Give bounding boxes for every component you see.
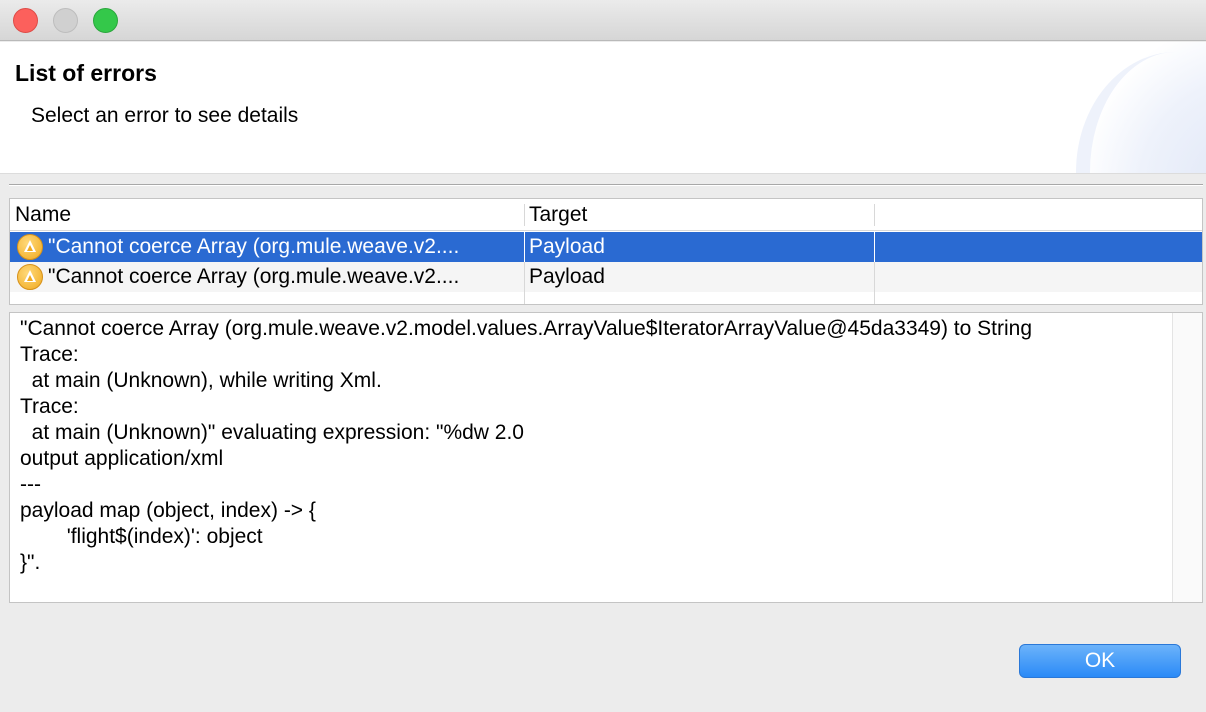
dialog-subtitle: Select an error to see details: [31, 104, 299, 127]
header-separator: [9, 184, 1203, 186]
error-name-cell: "Cannot coerce Array (org.mule.weave.v2.…: [48, 235, 460, 258]
details-scrollbar[interactable]: [1172, 313, 1202, 602]
window-titlebar: [0, 0, 1206, 41]
warning-icon: [17, 264, 43, 290]
warning-icon: [17, 234, 43, 260]
maximize-window-button[interactable]: [93, 8, 118, 33]
close-window-button[interactable]: [13, 8, 38, 33]
error-target-cell: Payload: [529, 235, 605, 258]
column-divider[interactable]: [524, 204, 525, 226]
column-header-name[interactable]: Name: [15, 203, 71, 227]
dialog-header: List of errors Select an error to see de…: [0, 42, 1206, 174]
dialog-title: List of errors: [15, 60, 157, 86]
column-divider[interactable]: [874, 204, 875, 226]
table-row[interactable]: "Cannot coerce Array (org.mule.weave.v2.…: [10, 262, 1202, 292]
minimize-window-button[interactable]: [53, 8, 78, 33]
column-header-target[interactable]: Target: [529, 203, 587, 227]
error-target-cell: Payload: [529, 265, 605, 288]
error-details-pane[interactable]: "Cannot coerce Array (org.mule.weave.v2.…: [9, 312, 1203, 603]
error-details-text[interactable]: "Cannot coerce Array (org.mule.weave.v2.…: [20, 316, 1170, 576]
ok-button[interactable]: OK: [1019, 644, 1181, 678]
errors-table: Name Target "Cannot coerce Array (org.mu…: [9, 198, 1203, 305]
header-decoration-arc: [1076, 52, 1206, 173]
table-header: Name Target: [10, 199, 1202, 231]
error-name-cell: "Cannot coerce Array (org.mule.weave.v2.…: [48, 265, 460, 288]
table-row[interactable]: "Cannot coerce Array (org.mule.weave.v2.…: [10, 232, 1202, 262]
